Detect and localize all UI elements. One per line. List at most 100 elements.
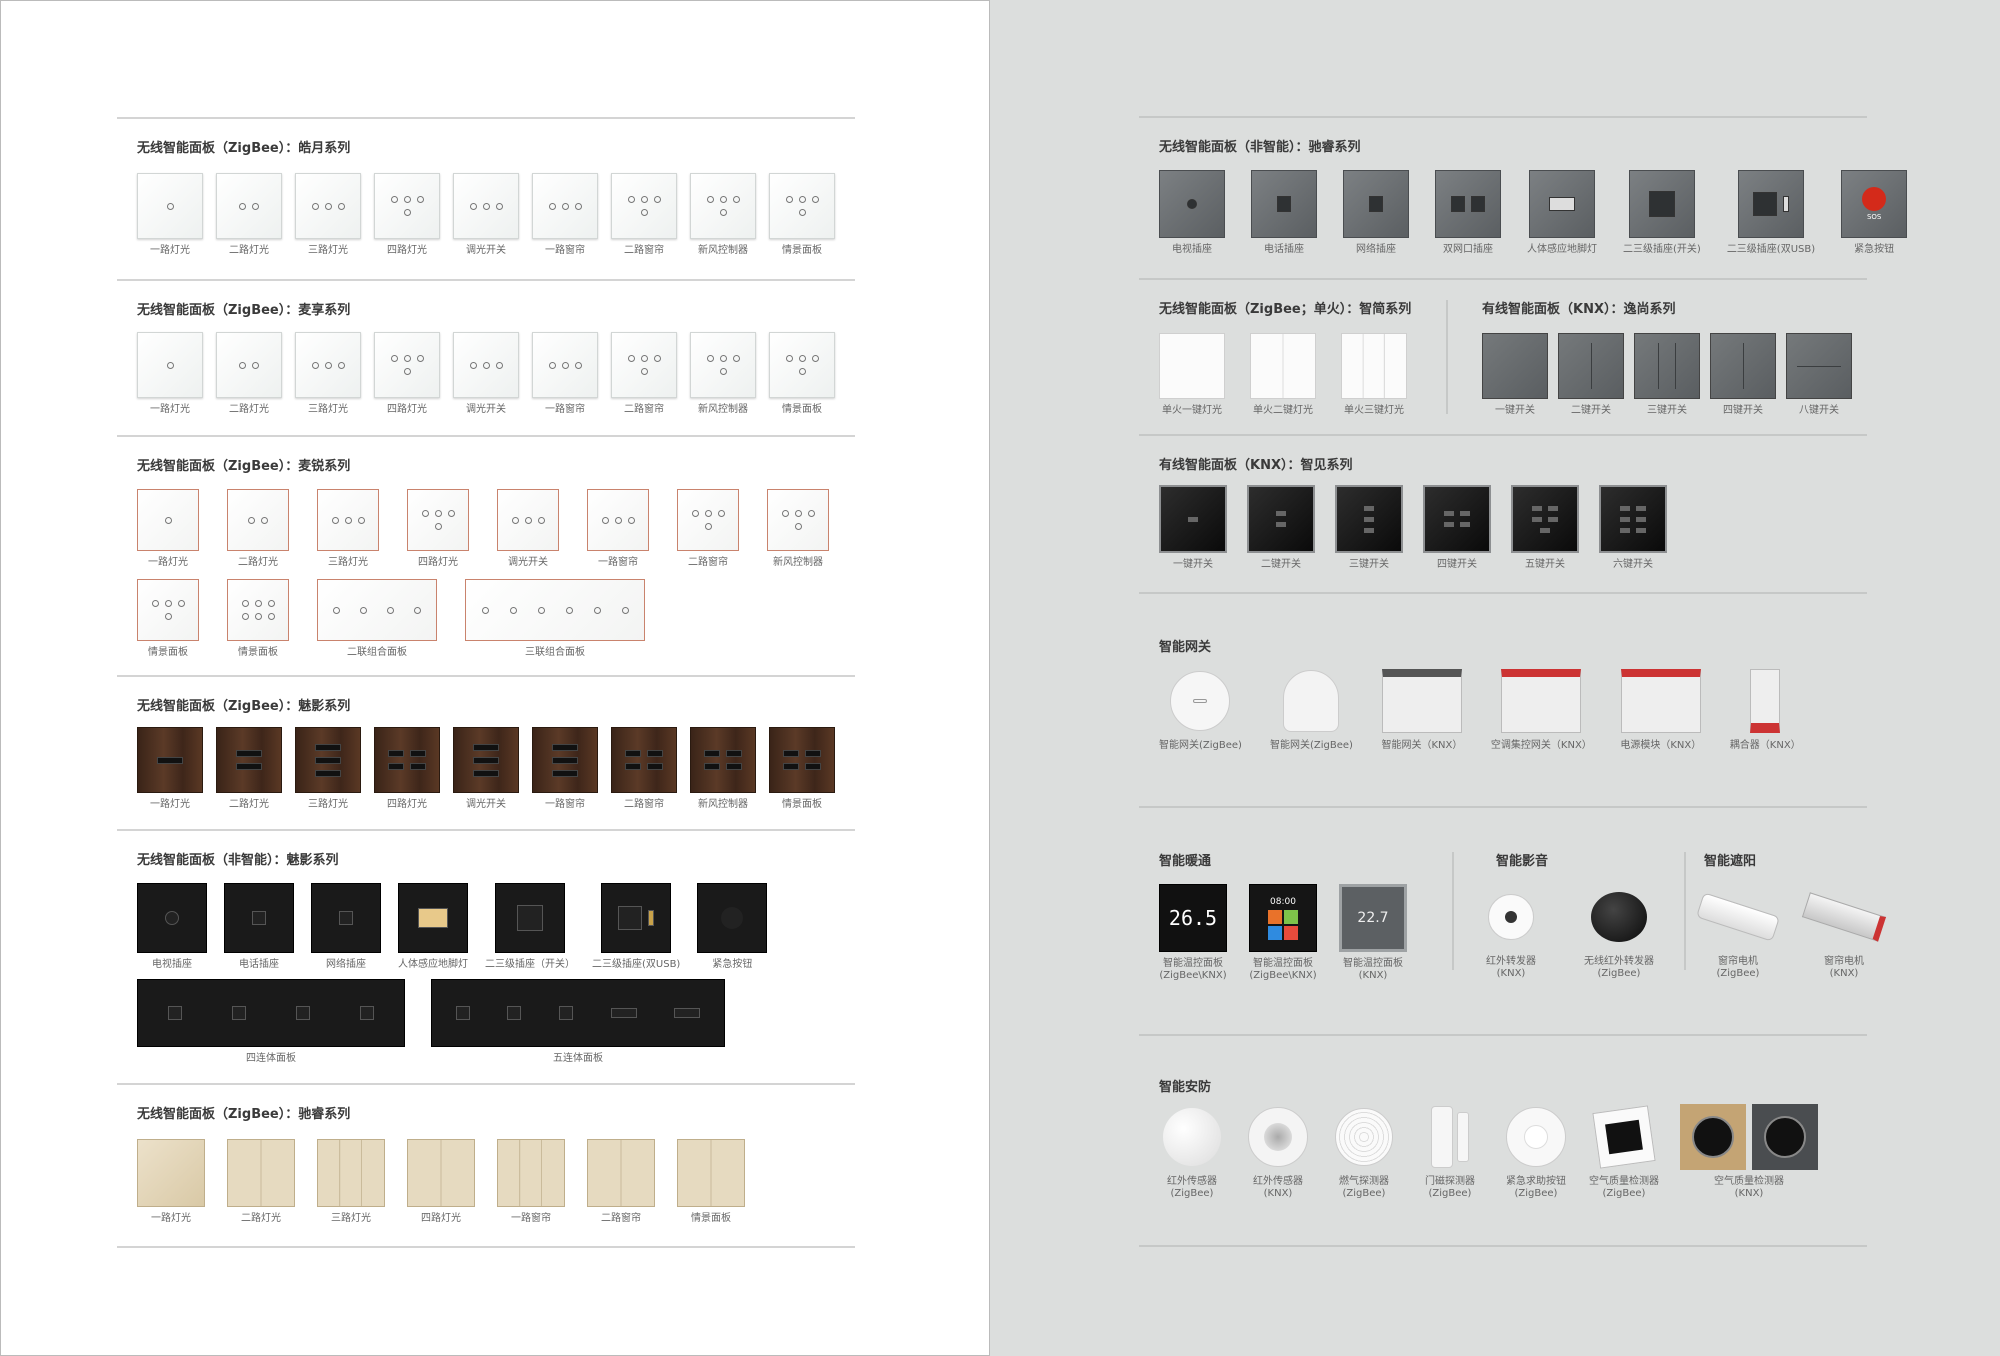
product[interactable]: 三路灯光 bbox=[295, 332, 361, 416]
product[interactable]: 情景面板 bbox=[677, 1139, 745, 1225]
product[interactable]: 四路灯光 bbox=[407, 489, 469, 569]
product[interactable]: 五连体面板 bbox=[431, 979, 725, 1065]
product[interactable]: 二路灯光 bbox=[227, 489, 289, 569]
product[interactable]: 电视插座 bbox=[1159, 170, 1225, 256]
product[interactable]: 单火二键灯光 bbox=[1250, 333, 1316, 417]
product[interactable]: 调光开关 bbox=[453, 727, 519, 811]
product[interactable]: 二路窗帘 bbox=[611, 173, 677, 257]
product[interactable]: 一路灯光 bbox=[137, 1139, 205, 1225]
product[interactable]: 八键开关 bbox=[1786, 333, 1852, 417]
product[interactable]: 智能网关（KNX） bbox=[1381, 668, 1463, 752]
product[interactable]: 双网口插座 bbox=[1435, 170, 1501, 256]
product[interactable]: 门磁探测器 (ZigBee) bbox=[1417, 1104, 1483, 1200]
product[interactable]: 二三级插座(开关) bbox=[1623, 170, 1701, 256]
product[interactable]: 电源模块（KNX） bbox=[1620, 668, 1702, 752]
product[interactable]: 电视插座 bbox=[137, 883, 207, 971]
product[interactable]: 四路灯光 bbox=[374, 332, 440, 416]
product[interactable]: 人体感应地脚灯 bbox=[398, 883, 468, 971]
product[interactable]: 四键开关 bbox=[1710, 333, 1776, 417]
product[interactable]: 一路灯光 bbox=[137, 727, 203, 811]
product[interactable]: 无线红外转发器 (ZigBee) bbox=[1584, 884, 1654, 980]
product[interactable]: 调光开关 bbox=[453, 332, 519, 416]
product[interactable]: 二三级插座（开关） bbox=[485, 883, 575, 971]
product[interactable]: SOS 紧急按钮 bbox=[1841, 170, 1908, 256]
product[interactable]: 二路窗帘 bbox=[587, 1139, 655, 1225]
product[interactable]: 情景面板 bbox=[227, 579, 289, 659]
product[interactable]: 二路窗帘 bbox=[677, 489, 739, 569]
product[interactable]: 调光开关 bbox=[453, 173, 519, 257]
product[interactable]: 一路窗帘 bbox=[532, 173, 598, 257]
product[interactable]: 三路灯光 bbox=[317, 1139, 385, 1225]
product[interactable]: 空调集控网关（KNX） bbox=[1491, 668, 1592, 752]
product[interactable]: 情景面板 bbox=[769, 727, 835, 811]
product[interactable]: 五键开关 bbox=[1511, 485, 1579, 571]
product[interactable]: 单火一键灯光 bbox=[1159, 333, 1225, 417]
product[interactable]: 一键开关 bbox=[1159, 485, 1227, 571]
product[interactable]: 空气质量检测器 (KNX) bbox=[1679, 1104, 1819, 1200]
product[interactable]: 人体感应地脚灯 bbox=[1527, 170, 1597, 256]
product[interactable]: 新风控制器 bbox=[690, 727, 756, 811]
product[interactable]: 紧急求助按钮 (ZigBee) bbox=[1503, 1104, 1569, 1200]
product[interactable]: 情景面板 bbox=[769, 332, 835, 416]
product[interactable]: 二路灯光 bbox=[216, 727, 282, 811]
product[interactable]: 二键开关 bbox=[1558, 333, 1624, 417]
section-title-gateway: 智能网关 bbox=[1159, 640, 1212, 655]
product[interactable]: 网络插座 bbox=[1343, 170, 1409, 256]
product[interactable]: 四路灯光 bbox=[407, 1139, 475, 1225]
product[interactable]: 红外传感器 (KNX) bbox=[1245, 1104, 1311, 1200]
product[interactable]: 三键开关 bbox=[1634, 333, 1700, 417]
product[interactable]: 一路窗帘 bbox=[497, 1139, 565, 1225]
product[interactable]: 紧急按钮 bbox=[697, 883, 768, 971]
product[interactable]: 四路灯光 bbox=[374, 727, 440, 811]
product[interactable]: 新风控制器 bbox=[767, 489, 829, 569]
product[interactable]: 二联组合面板 bbox=[317, 579, 437, 659]
product[interactable]: 三键开关 bbox=[1335, 485, 1403, 571]
product[interactable]: 二路窗帘 bbox=[611, 727, 677, 811]
product[interactable]: 二路灯光 bbox=[227, 1139, 295, 1225]
product[interactable]: 三路灯光 bbox=[295, 173, 361, 257]
product[interactable]: 新风控制器 bbox=[690, 173, 756, 257]
product[interactable]: 新风控制器 bbox=[690, 332, 756, 416]
product[interactable]: 二路灯光 bbox=[216, 173, 282, 257]
product[interactable]: 四连体面板 bbox=[137, 979, 405, 1065]
product[interactable]: 22.7 智能温控面板 (KNX) bbox=[1339, 884, 1407, 982]
product[interactable]: 一路灯光 bbox=[137, 173, 203, 257]
product[interactable]: 二路窗帘 bbox=[611, 332, 677, 416]
product[interactable]: 一路灯光 bbox=[137, 489, 199, 569]
product[interactable]: 空气质量检测器 (ZigBee) bbox=[1589, 1104, 1659, 1200]
product[interactable]: 08:00 智能温控面板 (ZigBee\KNX) bbox=[1249, 884, 1317, 982]
product[interactable]: 六键开关 bbox=[1599, 485, 1667, 571]
panel-image bbox=[374, 727, 440, 793]
product[interactable]: 调光开关 bbox=[497, 489, 559, 569]
product[interactable]: 网络插座 bbox=[311, 883, 381, 971]
product[interactable]: 一路窗帘 bbox=[532, 332, 598, 416]
divider bbox=[1139, 806, 1867, 808]
product[interactable]: 红外传感器 (ZigBee) bbox=[1159, 1104, 1225, 1200]
product[interactable]: 一路窗帘 bbox=[587, 489, 649, 569]
product[interactable]: 一键开关 bbox=[1482, 333, 1548, 417]
product[interactable]: 智能网关(ZigBee) bbox=[1159, 668, 1242, 752]
product[interactable]: 窗帘电机 (KNX) bbox=[1801, 884, 1887, 980]
product[interactable]: 燃气探测器 (ZigBee) bbox=[1331, 1104, 1397, 1200]
product[interactable]: 单火三键灯光 bbox=[1341, 333, 1407, 417]
product[interactable]: 四键开关 bbox=[1423, 485, 1491, 571]
product[interactable]: 二路灯光 bbox=[216, 332, 282, 416]
product[interactable]: 二三级插座(双USB) bbox=[592, 883, 680, 971]
product[interactable]: 耦合器（KNX） bbox=[1730, 668, 1801, 752]
product[interactable]: 电话插座 bbox=[1251, 170, 1317, 256]
product[interactable]: 三路灯光 bbox=[295, 727, 361, 811]
product[interactable]: 二键开关 bbox=[1247, 485, 1315, 571]
product[interactable]: 26.5 智能温控面板 (ZigBee\KNX) bbox=[1159, 884, 1227, 982]
product[interactable]: 一路窗帘 bbox=[532, 727, 598, 811]
product[interactable]: 红外转发器 (KNX) bbox=[1478, 884, 1544, 980]
product[interactable]: 三联组合面板 bbox=[465, 579, 645, 659]
product[interactable]: 一路灯光 bbox=[137, 332, 203, 416]
product[interactable]: 情景面板 bbox=[769, 173, 835, 257]
product[interactable]: 窗帘电机 (ZigBee) bbox=[1695, 884, 1781, 980]
product[interactable]: 情景面板 bbox=[137, 579, 199, 659]
product[interactable]: 智能网关(ZigBee) bbox=[1270, 668, 1353, 752]
product[interactable]: 四路灯光 bbox=[374, 173, 440, 257]
product[interactable]: 二三级插座(双USB) bbox=[1727, 170, 1815, 256]
product[interactable]: 三路灯光 bbox=[317, 489, 379, 569]
product[interactable]: 电话插座 bbox=[224, 883, 294, 971]
